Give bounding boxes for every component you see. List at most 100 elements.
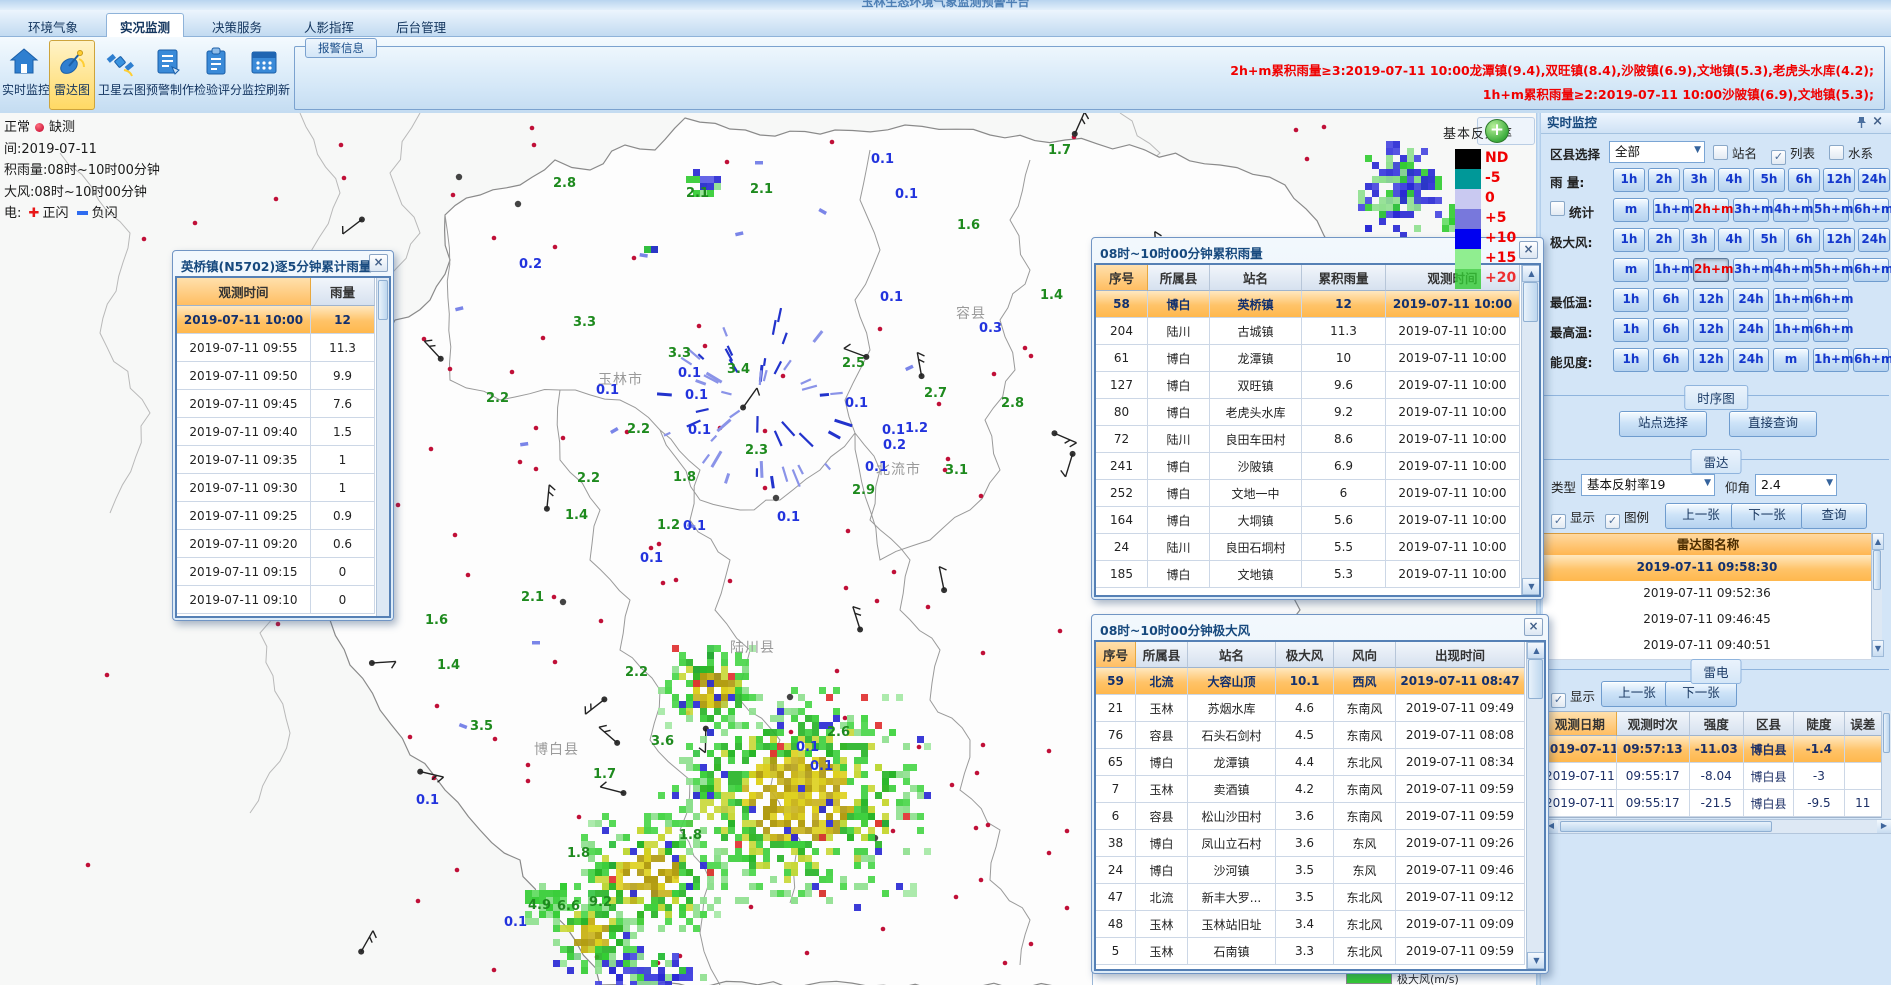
metric-button-6h+m[interactable]: 6h+m bbox=[1813, 318, 1849, 342]
lightning-vscrollbar[interactable] bbox=[1881, 711, 1891, 818]
table-row[interactable]: 48玉林玉林站旧址3.4东北风2019-07-11 09:09 bbox=[1096, 911, 1544, 938]
legend-checkbox[interactable]: ✓ bbox=[1605, 514, 1620, 529]
metric-button-12h[interactable]: 12h bbox=[1693, 318, 1729, 342]
table-row[interactable]: 21玉林苏烟水库4.6东南风2019-07-11 09:49 bbox=[1096, 695, 1544, 722]
metric-button-2h[interactable]: 2h bbox=[1648, 168, 1680, 192]
scroll-down-icon[interactable]: ▼ bbox=[1872, 640, 1884, 657]
show-checkbox[interactable]: ✓ bbox=[1551, 693, 1566, 708]
table-row[interactable]: 164博白大垌镇5.62019-07-11 10:00 bbox=[1096, 507, 1539, 534]
table-row[interactable]: 2019-07-1109:55:17-8.04博白县-3 bbox=[1544, 763, 1882, 790]
metric-button-4h+m[interactable]: 4h+m bbox=[1773, 198, 1809, 222]
toolbar-button-0[interactable]: 实时监控 bbox=[1, 40, 47, 110]
table-row[interactable]: 24博白沙河镇3.5东风2019-07-11 09:46 bbox=[1096, 857, 1544, 884]
metric-button-6h[interactable]: 6h bbox=[1788, 228, 1820, 252]
toolbar-button-3[interactable]: 预警制作 bbox=[145, 40, 191, 110]
metric-button-4h+m[interactable]: 4h+m bbox=[1773, 258, 1809, 282]
metric-button-12h[interactable]: 12h bbox=[1823, 228, 1855, 252]
pin-icon[interactable] bbox=[1856, 116, 1867, 131]
table-row[interactable]: 2019-07-11 09:301 bbox=[177, 474, 389, 502]
dialog-titlebar[interactable]: 英桥镇(N5702)逐5分钟累计雨量 × bbox=[175, 253, 391, 276]
prev-button[interactable]: 上一张 bbox=[1665, 503, 1737, 529]
metric-button-1h[interactable]: 1h bbox=[1613, 288, 1649, 312]
query-button[interactable]: 查询 bbox=[1801, 503, 1867, 529]
column-header[interactable]: 误差 bbox=[1845, 712, 1882, 736]
table-row[interactable]: 7玉林卖酒镇4.2东南风2019-07-11 09:59 bbox=[1096, 776, 1544, 803]
checkbox-站名[interactable] bbox=[1713, 145, 1728, 160]
table-row[interactable]: 5玉林石南镇3.3东北风2019-07-11 09:59 bbox=[1096, 938, 1544, 965]
metric-button-12h[interactable]: 12h bbox=[1693, 348, 1729, 372]
column-header[interactable]: 强度 bbox=[1690, 712, 1744, 736]
add-legend-icon[interactable]: + bbox=[1485, 119, 1509, 143]
checkbox-列表[interactable]: ✓ bbox=[1771, 150, 1786, 165]
table-row[interactable]: 2019-07-11 09:457.6 bbox=[177, 390, 389, 418]
toolbar-button-2[interactable]: 卫星云图 bbox=[97, 40, 143, 110]
metric-button-1h+m[interactable]: 1h+m bbox=[1773, 318, 1809, 342]
table-row[interactable]: 61博白龙潭镇102019-07-11 10:00 bbox=[1096, 345, 1539, 372]
checkbox-水系[interactable] bbox=[1829, 145, 1844, 160]
metric-button-3h[interactable]: 3h bbox=[1683, 168, 1715, 192]
metric-button-6h[interactable]: 6h bbox=[1653, 348, 1689, 372]
metric-button-5h[interactable]: 5h bbox=[1753, 168, 1785, 192]
table-row[interactable]: 2019-07-11 09:150 bbox=[177, 558, 389, 586]
metric-button-5h+m[interactable]: 5h+m bbox=[1813, 198, 1849, 222]
metric-button-2h+m[interactable]: 2h+m bbox=[1693, 258, 1729, 282]
metric-button-1h+m[interactable]: 1h+m bbox=[1813, 348, 1849, 372]
table-row[interactable]: 185博白文地镇5.32019-07-11 10:00 bbox=[1096, 561, 1539, 588]
column-header[interactable]: 所属县 bbox=[1136, 642, 1188, 668]
table-row[interactable]: 241博白沙陂镇6.92019-07-11 10:00 bbox=[1096, 453, 1539, 480]
metric-button-6h[interactable]: 6h bbox=[1653, 318, 1689, 342]
table-row[interactable]: 38博白凤山立石村3.6东风2019-07-11 09:26 bbox=[1096, 830, 1544, 857]
metric-button-m[interactable]: m bbox=[1773, 348, 1809, 372]
metric-button-5h+m[interactable]: 5h+m bbox=[1813, 258, 1849, 282]
dialog-titlebar[interactable]: 08时~10时00分钟极大风 × bbox=[1094, 617, 1546, 640]
table-row[interactable]: 47北流新丰大罗...3.5东北风2019-07-11 09:12 bbox=[1096, 884, 1544, 911]
metric-button-6h+m[interactable]: 6h+m bbox=[1853, 198, 1889, 222]
toolbar-button-4[interactable]: 检验评分 bbox=[193, 40, 239, 110]
metric-button-2h[interactable]: 2h bbox=[1648, 228, 1680, 252]
close-icon[interactable]: × bbox=[1872, 114, 1883, 129]
table-row[interactable]: 6容县松山沙田村3.6东南风2019-07-11 09:59 bbox=[1096, 803, 1544, 830]
metric-button-24h[interactable]: 24h bbox=[1733, 288, 1769, 312]
column-header[interactable]: 区县 bbox=[1744, 712, 1794, 736]
metric-button-6h[interactable]: 6h bbox=[1653, 288, 1689, 312]
metric-button-1h[interactable]: 1h bbox=[1613, 228, 1645, 252]
radar-list-item[interactable]: 2019-07-11 09:46:45 bbox=[1543, 607, 1871, 634]
metric-button-24h[interactable]: 24h bbox=[1733, 348, 1769, 372]
radar-type-select[interactable]: 基本反射率19 ▼ bbox=[1581, 474, 1715, 496]
table-row[interactable]: 2019-07-11 10:0012 bbox=[177, 306, 389, 334]
select-station-button[interactable]: 站点选择 bbox=[1619, 411, 1707, 437]
stat-checkbox[interactable] bbox=[1550, 201, 1565, 216]
district-select[interactable]: 全部 ▼ bbox=[1609, 141, 1705, 163]
column-header[interactable]: 序号 bbox=[1096, 265, 1148, 291]
scroll-thumb[interactable] bbox=[1528, 659, 1543, 699]
radar-list-scrollbar[interactable]: ▲ ▼ bbox=[1871, 533, 1882, 657]
metric-button-1h[interactable]: 1h bbox=[1613, 168, 1645, 192]
table-row[interactable]: 2019-07-1109:57:13-11.03博白县-1.4 bbox=[1544, 736, 1882, 763]
column-header[interactable]: 出现时间 bbox=[1396, 642, 1525, 668]
dialog-scrollbar[interactable]: ▲▼ bbox=[1526, 642, 1544, 969]
table-row[interactable]: 72陆川良田车田村8.62019-07-11 10:00 bbox=[1096, 426, 1539, 453]
metric-button-6h+m[interactable]: 6h+m bbox=[1813, 288, 1849, 312]
table-row[interactable]: 2019-07-11 09:5511.3 bbox=[177, 334, 389, 362]
toolbar-button-1[interactable]: 雷达图 bbox=[49, 40, 95, 110]
column-header[interactable]: 所属县 bbox=[1148, 265, 1210, 291]
metric-button-6h+m[interactable]: 6h+m bbox=[1853, 258, 1889, 282]
radar-elev-select[interactable]: 2.4 ▼ bbox=[1755, 474, 1837, 496]
metric-button-3h+m[interactable]: 3h+m bbox=[1733, 198, 1769, 222]
table-row[interactable]: 80博白老虎头水库9.22019-07-11 10:00 bbox=[1096, 399, 1539, 426]
scroll-up-icon[interactable]: ▲ bbox=[1872, 533, 1884, 550]
column-header[interactable]: 站名 bbox=[1210, 265, 1302, 291]
metric-button-1h[interactable]: 1h bbox=[1613, 348, 1649, 372]
metric-button-5h[interactable]: 5h bbox=[1753, 228, 1785, 252]
scroll-down-icon[interactable]: ▼ bbox=[1527, 952, 1546, 969]
scroll-thumb[interactable] bbox=[378, 280, 388, 320]
prev-button[interactable]: 上一张 bbox=[1601, 681, 1673, 707]
metric-button-1h+m[interactable]: 1h+m bbox=[1653, 258, 1689, 282]
column-header[interactable]: 观测日期 bbox=[1544, 712, 1617, 736]
metric-button-24h[interactable]: 24h bbox=[1733, 318, 1769, 342]
metric-button-6h+m[interactable]: 6h+m bbox=[1853, 348, 1889, 372]
direct-query-button[interactable]: 直接查询 bbox=[1729, 411, 1817, 437]
show-checkbox[interactable]: ✓ bbox=[1551, 514, 1566, 529]
radar-list-item[interactable]: 2019-07-11 09:58:30 bbox=[1543, 555, 1871, 582]
table-row[interactable]: 127博白双旺镇9.62019-07-11 10:00 bbox=[1096, 372, 1539, 399]
